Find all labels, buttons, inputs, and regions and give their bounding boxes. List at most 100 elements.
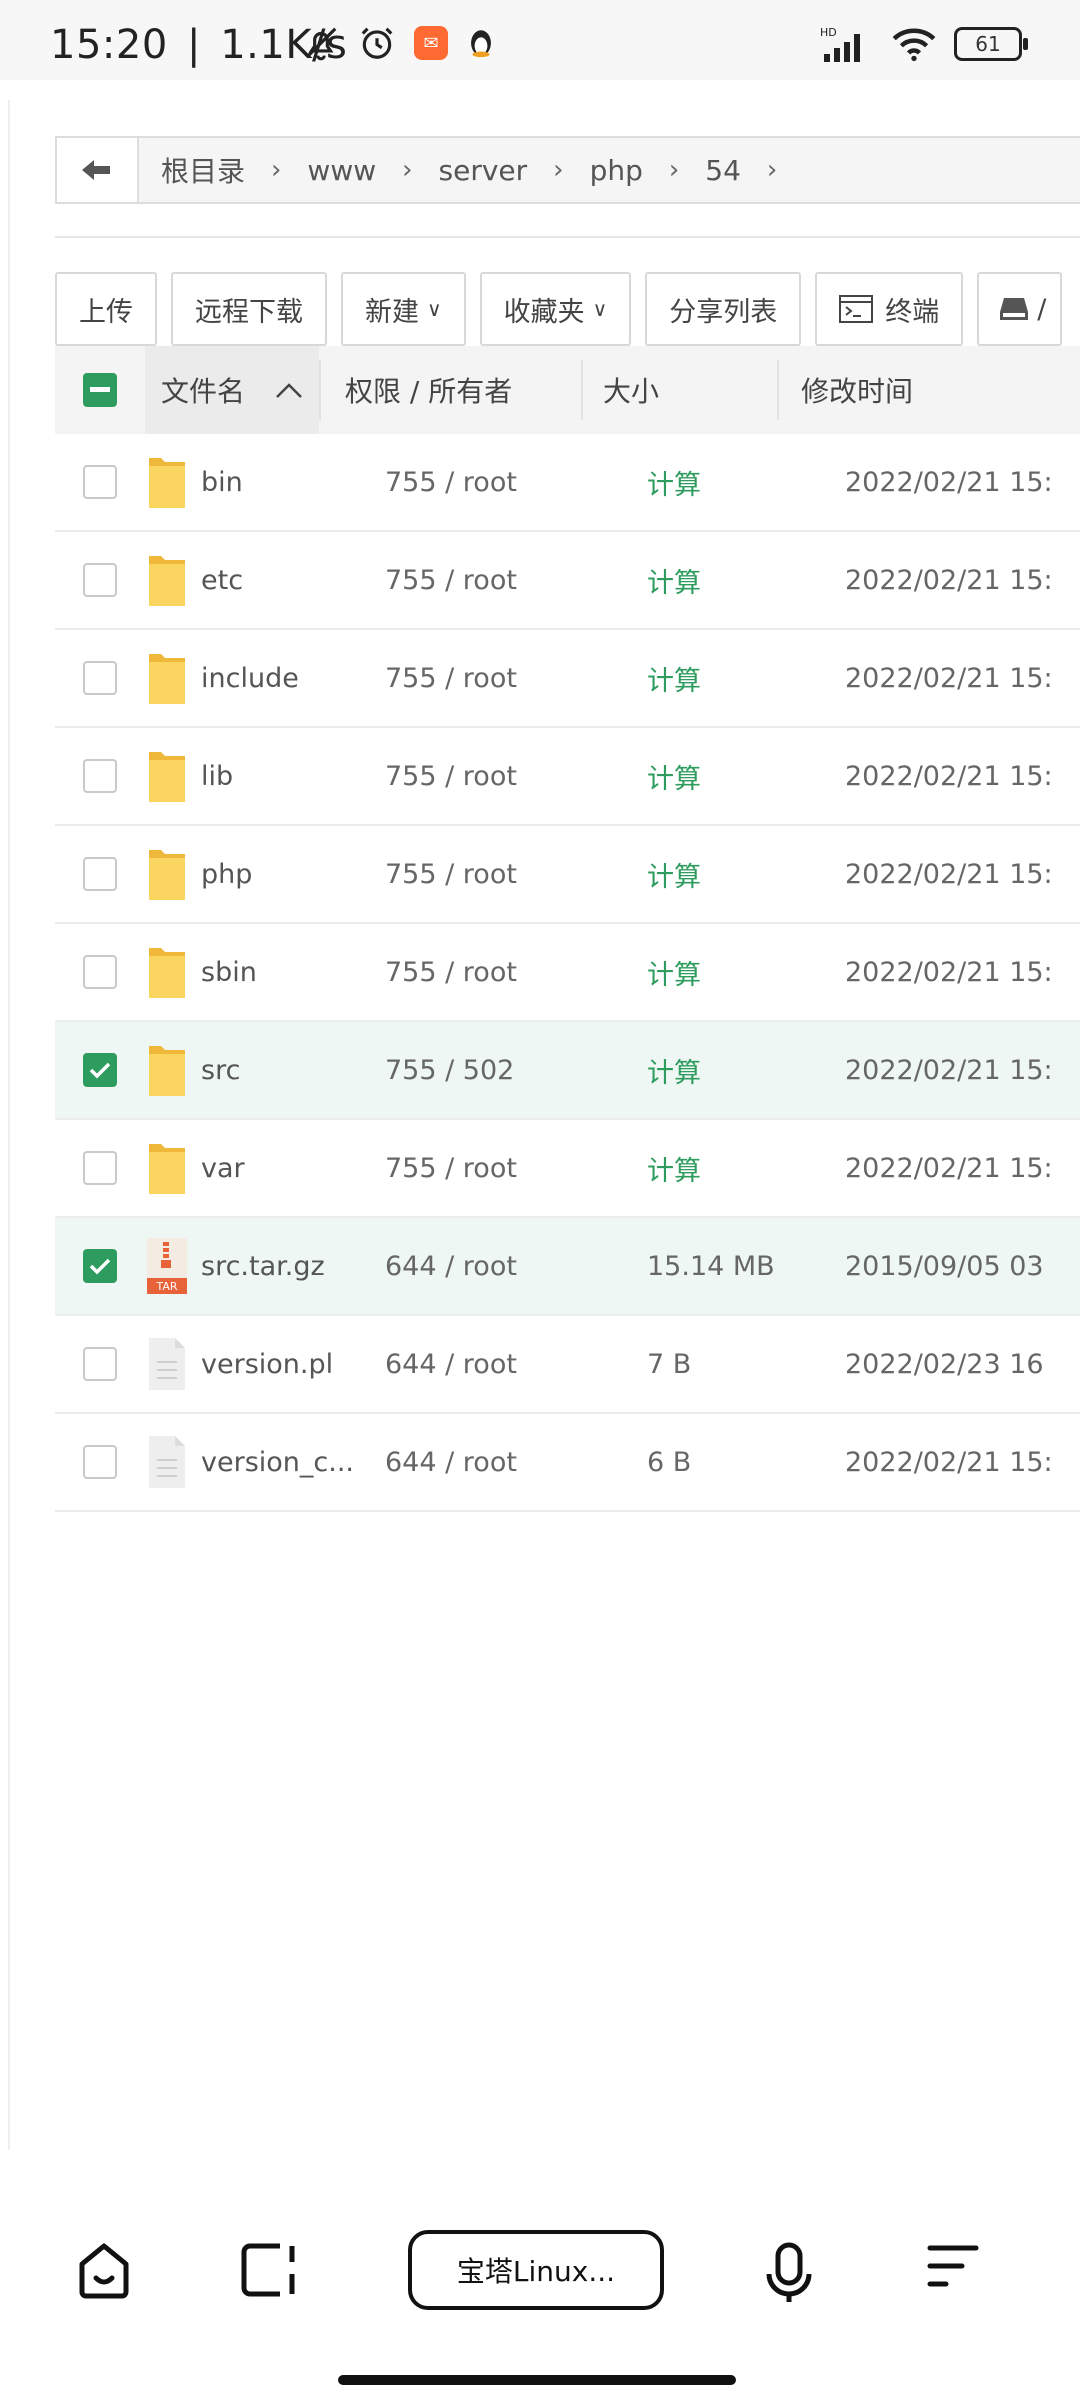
select-all-checkbox[interactable]: [83, 373, 117, 407]
folder-icon: [149, 1144, 185, 1194]
file-size[interactable]: 计算: [627, 659, 823, 698]
row-checkbox[interactable]: [83, 955, 117, 989]
file-name[interactable]: etc: [201, 565, 365, 596]
file-size[interactable]: 计算: [627, 463, 823, 502]
tar-archive-icon: TAR: [147, 1238, 187, 1294]
share-list-button[interactable]: 分享列表: [645, 272, 802, 346]
chevron-right-icon: ›: [402, 155, 413, 185]
row-checkbox[interactable]: [83, 563, 117, 597]
file-modified-time: 2015/09/05 03: [845, 1250, 1044, 1282]
current-app-pill[interactable]: 宝塔Linux...: [408, 2230, 664, 2310]
file-name[interactable]: include: [201, 663, 365, 694]
table-row[interactable]: include 755 / root 计算 2022/02/21 15:: [55, 630, 1080, 728]
remote-download-button[interactable]: 远程下载: [171, 272, 327, 346]
bottom-navigation: 宝塔Linux...: [0, 2150, 1080, 2400]
status-left-icons: ✉: [302, 24, 496, 62]
divider: [55, 236, 1080, 238]
row-checkbox[interactable]: [83, 1249, 117, 1283]
menu-icon[interactable]: [924, 2242, 980, 2292]
file-permission[interactable]: 755 / root: [365, 663, 627, 694]
file-permission[interactable]: 755 / 502: [365, 1055, 627, 1086]
file-name[interactable]: sbin: [201, 957, 365, 988]
home-indicator[interactable]: [338, 2375, 736, 2385]
row-checkbox[interactable]: [83, 465, 117, 499]
file-name[interactable]: php: [201, 859, 365, 890]
qq-penguin-icon: [471, 30, 491, 58]
table-row[interactable]: bin 755 / root 计算 2022/02/21 15:: [55, 434, 1080, 532]
breadcrumb-www[interactable]: www: [297, 154, 386, 187]
row-icon-cell: TAR: [145, 1236, 201, 1296]
row-icon-cell: [145, 1432, 201, 1492]
file-size[interactable]: 计算: [627, 1051, 823, 1090]
microphone-icon[interactable]: [764, 2242, 814, 2304]
back-button[interactable]: [57, 138, 139, 202]
table-row[interactable]: src 755 / 502 计算 2022/02/21 15:: [55, 1022, 1080, 1120]
chevron-right-icon: ›: [766, 155, 778, 185]
file-name[interactable]: var: [201, 1153, 365, 1184]
file-name[interactable]: version.pl: [201, 1349, 365, 1380]
file-permission[interactable]: 644 / root: [365, 1251, 627, 1282]
file-permission[interactable]: 755 / root: [365, 761, 627, 792]
file-size[interactable]: 计算: [627, 1149, 823, 1188]
home-icon[interactable]: [76, 2242, 132, 2300]
table-row[interactable]: php 755 / root 计算 2022/02/21 15:: [55, 826, 1080, 924]
file-permission[interactable]: 644 / root: [365, 1349, 627, 1380]
upload-label: 上传: [79, 296, 133, 328]
row-checkbox[interactable]: [83, 1347, 117, 1381]
column-perm-header[interactable]: 权限 / 所有者: [319, 360, 581, 420]
row-checkbox[interactable]: [83, 759, 117, 793]
column-time-header[interactable]: 修改时间: [777, 360, 1080, 420]
file-permission[interactable]: 755 / root: [365, 859, 627, 890]
row-icon-cell: [145, 1040, 201, 1100]
table-row[interactable]: etc 755 / root 计算 2022/02/21 15:: [55, 532, 1080, 630]
new-dropdown-button[interactable]: 新建 ∨: [341, 272, 466, 346]
file-name[interactable]: lib: [201, 761, 365, 792]
check-icon: [89, 1062, 111, 1079]
favorites-dropdown-button[interactable]: 收藏夹 ∨: [479, 272, 632, 346]
row-check-cell: [55, 857, 145, 891]
chevron-down-icon: ∨: [427, 297, 442, 321]
file-size[interactable]: 计算: [627, 561, 823, 600]
file-size[interactable]: 计算: [627, 855, 823, 894]
row-checkbox[interactable]: [83, 1053, 117, 1087]
file-permission[interactable]: 755 / root: [365, 957, 627, 988]
column-name-header[interactable]: 文件名: [145, 346, 319, 434]
row-check-cell: [55, 759, 145, 793]
file-permission[interactable]: 644 / root: [365, 1447, 627, 1478]
row-checkbox[interactable]: [83, 1445, 117, 1479]
table-row[interactable]: var 755 / root 计算 2022/02/21 15:: [55, 1120, 1080, 1218]
file-modified-time: 2022/02/21 15:: [845, 662, 1053, 694]
file-name[interactable]: src.tar.gz: [201, 1251, 365, 1282]
breadcrumb-server[interactable]: server: [429, 154, 538, 187]
file-table: 文件名 权限 / 所有者 大小 修改时间 bin 755 / root 计算 2022…: [55, 346, 1080, 1512]
file-modified-time: 2022/02/21 15:: [845, 564, 1053, 596]
table-row[interactable]: sbin 755 / root 计算 2022/02/21 15:: [55, 924, 1080, 1022]
tabs-icon[interactable]: [240, 2242, 298, 2298]
column-size-header[interactable]: 大小: [581, 360, 777, 420]
breadcrumb-54[interactable]: 54: [695, 154, 751, 187]
file-permission[interactable]: 755 / root: [365, 467, 627, 498]
file-permission[interactable]: 755 / root: [365, 565, 627, 596]
wifi-icon: [892, 28, 936, 62]
file-size: 7 B: [647, 1348, 692, 1380]
table-row[interactable]: TAR src.tar.gz 644 / root 15.14 MB 2015/09/0…: [55, 1218, 1080, 1316]
terminal-button[interactable]: 终端: [815, 272, 964, 346]
table-row[interactable]: version_c... 644 / root 6 B 2022/02/21 15:: [55, 1414, 1080, 1512]
row-checkbox[interactable]: [83, 1151, 117, 1185]
file-name[interactable]: bin: [201, 467, 365, 498]
table-row[interactable]: version.pl 644 / root 7 B 2022/02/23 16: [55, 1316, 1080, 1414]
row-checkbox[interactable]: [83, 857, 117, 891]
file-name[interactable]: version_c...: [201, 1447, 365, 1478]
breadcrumb-root[interactable]: 根目录: [151, 150, 255, 190]
table-row[interactable]: lib 755 / root 计算 2022/02/21 15:: [55, 728, 1080, 826]
disk-button[interactable]: /: [977, 272, 1063, 346]
column-time-label: 修改时间: [801, 375, 914, 408]
file-name[interactable]: src: [201, 1055, 365, 1086]
chevron-right-icon: ›: [668, 155, 680, 185]
file-size[interactable]: 计算: [627, 953, 823, 992]
breadcrumb-php[interactable]: php: [580, 154, 653, 187]
upload-button[interactable]: 上传: [55, 272, 157, 346]
file-permission[interactable]: 755 / root: [365, 1153, 627, 1184]
file-size[interactable]: 计算: [627, 757, 823, 796]
row-checkbox[interactable]: [83, 661, 117, 695]
